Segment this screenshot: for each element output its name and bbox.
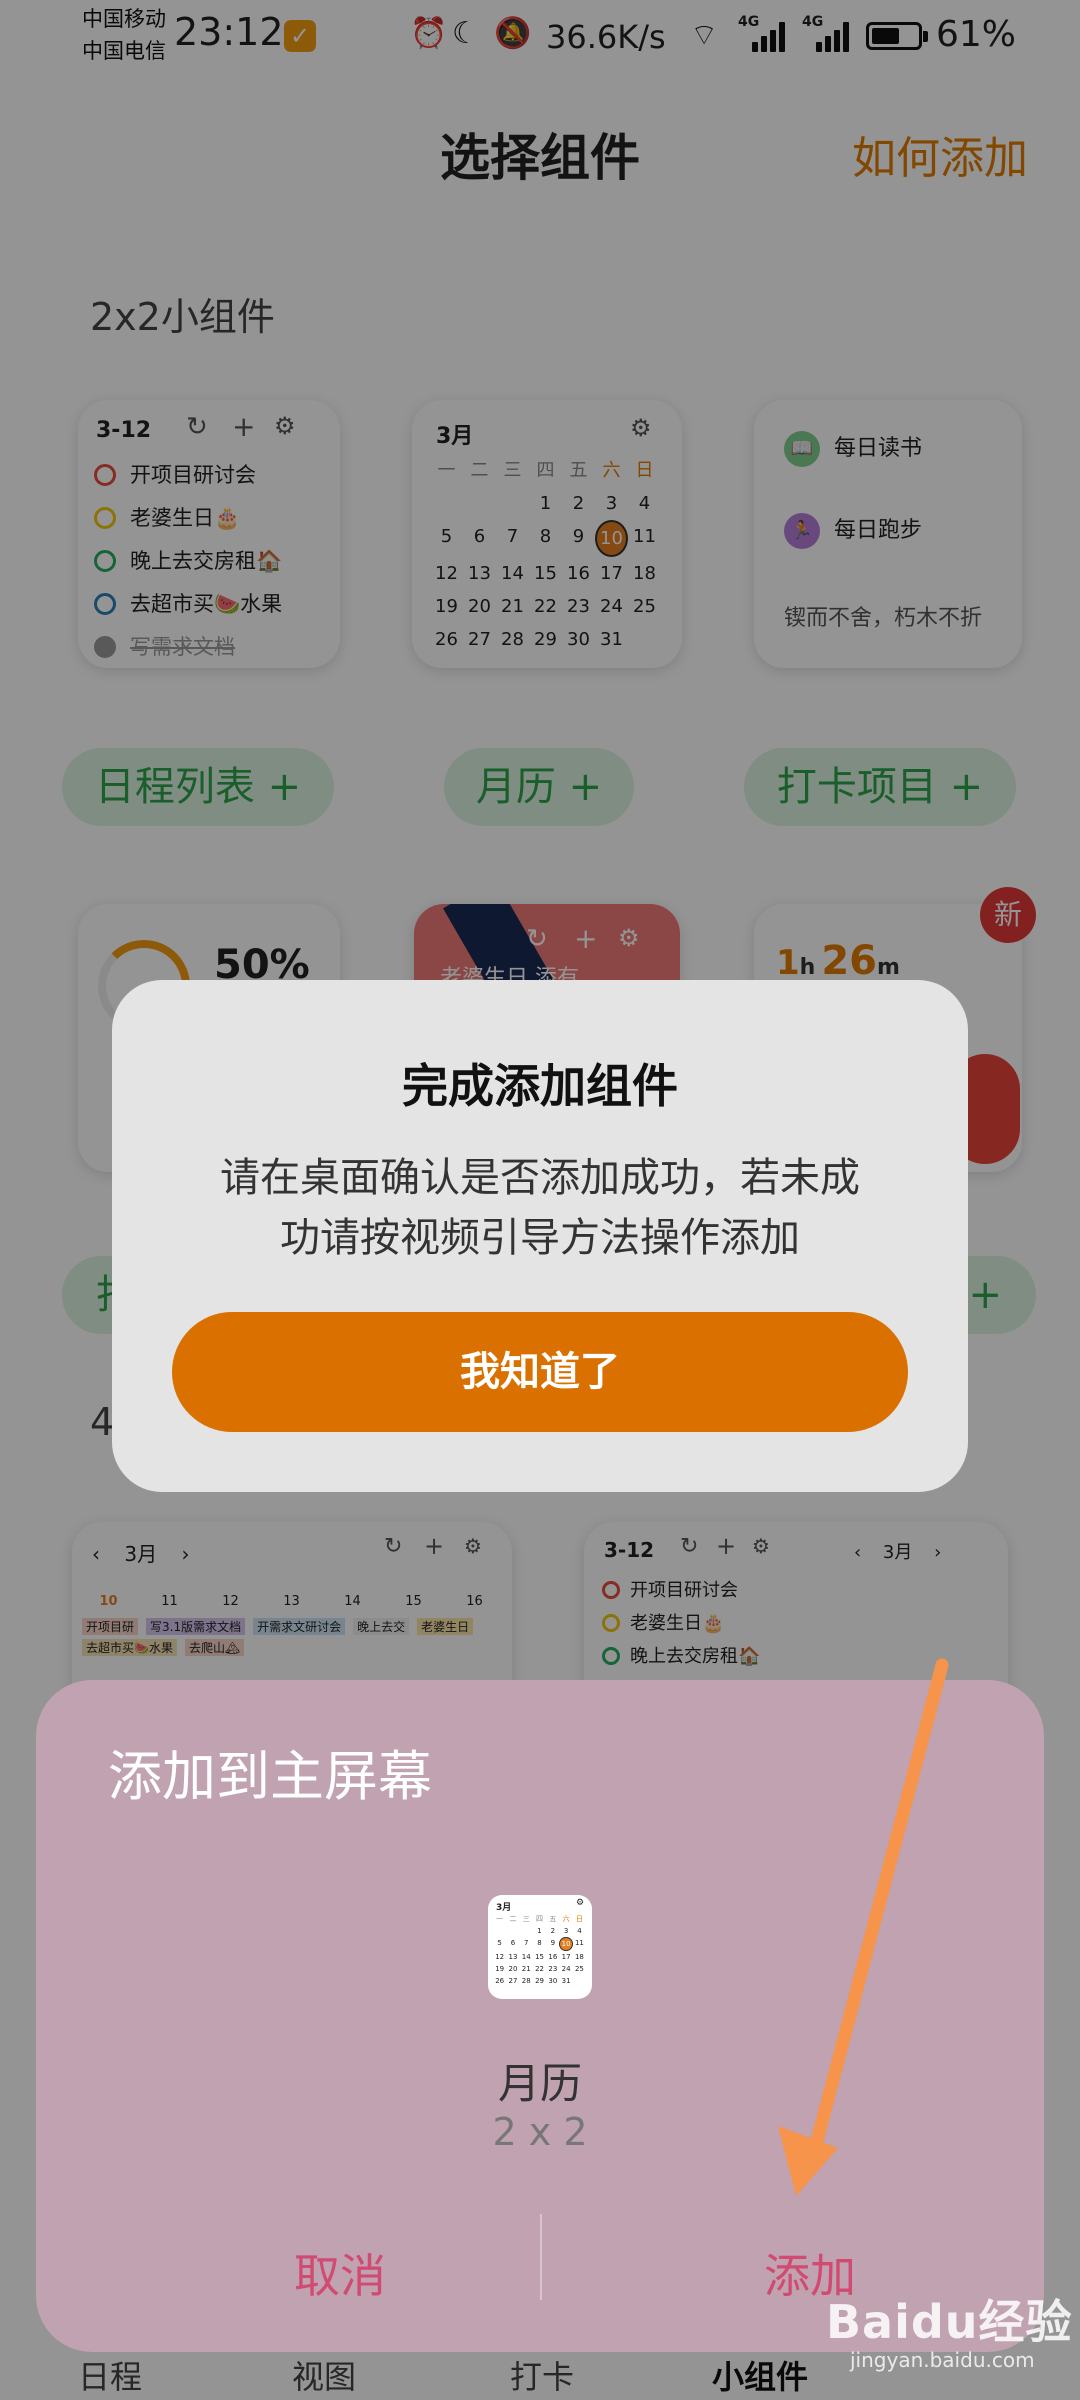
watermark-url: jingyan.baidu.com [850,2348,1035,2372]
annotation-arrow-icon [778,1658,949,2196]
watermark-logo: Baidu经验 [826,2295,1073,2349]
